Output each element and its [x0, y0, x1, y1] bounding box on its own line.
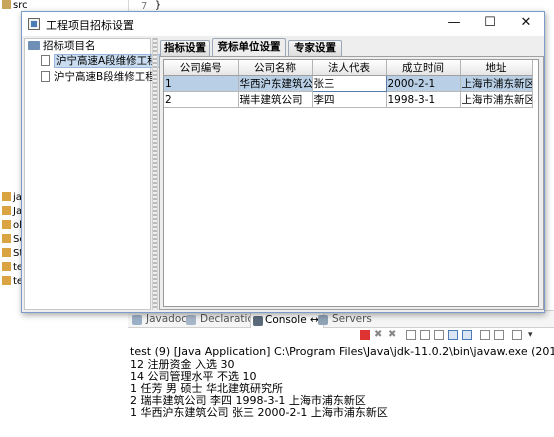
declaration-icon	[186, 315, 196, 325]
title-bar[interactable]: 工程项目招标设置 — ☐ ✕	[22, 12, 544, 36]
tree-item-project-a[interactable]: 沪宁高速A段维修工程	[41, 54, 160, 69]
explorer-item[interactable]: Ja	[2, 206, 22, 220]
bidder-table[interactable]: 公司编号 公司名称 法人代表 成立时间 地址 1 华西沪东建筑公司 张三 200	[164, 60, 533, 108]
bidder-table-scrollpane[interactable]: 公司编号 公司名称 法人代表 成立时间 地址 1 华西沪东建筑公司 张三 200	[163, 59, 539, 307]
column-header-legal-rep[interactable]: 法人代表	[312, 60, 387, 76]
display-console-icon[interactable]	[494, 330, 504, 340]
cell-company-id[interactable]: 1	[164, 75, 239, 92]
close-button[interactable]: ✕	[508, 12, 544, 36]
table-header: 公司编号 公司名称 法人代表 成立时间 地址	[164, 60, 533, 76]
servers-icon	[318, 315, 328, 325]
explorer-item[interactable]: te	[2, 276, 23, 290]
terminate-icon[interactable]	[360, 330, 370, 340]
java-file-icon	[2, 248, 11, 257]
remove-launch-icon[interactable]: ✖	[374, 330, 384, 340]
project-tree[interactable]: 招标项目名 沪宁高速A段维修工程 沪宁高速B段维修工程	[24, 38, 160, 310]
settings-tabs: 指标设置 竞标单位设置 专家设置	[160, 38, 544, 57]
clear-console-icon[interactable]	[406, 330, 416, 340]
console-line: 1 华西沪东建筑公司 张三 2000-2-1 上海市浦东新区	[130, 406, 388, 419]
tab-javadoc[interactable]: Javadoc	[132, 312, 187, 328]
tree-root[interactable]: 招标项目名	[28, 39, 96, 54]
view-menu-icon[interactable]: ▾	[528, 330, 538, 340]
pin-console-icon[interactable]	[480, 330, 490, 340]
java-file-icon	[2, 220, 11, 229]
cell-address[interactable]: 上海市浦东新区	[460, 75, 533, 92]
java-file-icon	[2, 262, 11, 271]
folder-icon	[28, 41, 40, 50]
tree-item-project-b[interactable]: 沪宁高速B段维修工程	[41, 70, 156, 85]
maximize-button[interactable]: ☐	[472, 12, 508, 36]
column-header-company-id[interactable]: 公司编号	[164, 60, 239, 76]
explorer-item[interactable]: ol	[2, 220, 22, 234]
cell-founded[interactable]: 2000-2-1	[386, 75, 461, 92]
cell-address[interactable]: 上海市浦东新区	[460, 91, 533, 108]
window-title: 工程项目招标设置	[46, 19, 134, 32]
cell-company-id[interactable]: 2	[164, 91, 239, 108]
table-row[interactable]: 1 华西沪东建筑公司 张三 2000-2-1 上海市浦东新区	[164, 75, 533, 92]
app-icon	[28, 18, 40, 30]
java-file-icon	[2, 192, 11, 201]
remove-all-icon[interactable]: ✖	[388, 330, 398, 340]
split-pane-divider[interactable]	[152, 38, 158, 310]
tab-bidder-settings[interactable]: 竞标单位设置	[212, 38, 286, 57]
window-content: 招标项目名 沪宁高速A段维修工程 沪宁高速B段维修工程 指标设置 竞标单位设置 …	[22, 36, 544, 312]
console-output[interactable]: test (9) [Java Application] C:\Program F…	[128, 342, 554, 437]
java-file-icon	[2, 206, 11, 215]
document-icon	[41, 55, 50, 66]
tab-console[interactable]: Console ↔	[250, 312, 324, 328]
console-icon	[253, 316, 263, 326]
cell-legal-rep[interactable]: 张三	[311, 75, 387, 92]
minimize-button[interactable]: —	[436, 12, 472, 36]
cell-company-name[interactable]: 瑞丰建筑公司	[238, 91, 313, 108]
folder-icon	[2, 0, 11, 9]
cell-founded[interactable]: 1998-3-1	[386, 91, 461, 108]
java-file-icon	[2, 276, 11, 285]
bid-settings-window: 工程项目招标设置 — ☐ ✕ 招标项目名 沪宁高速A段维修工程 沪宁高速B段维修…	[21, 11, 545, 313]
java-file-icon	[2, 234, 11, 243]
cell-company-name[interactable]: 华西沪东建筑公司	[238, 75, 313, 92]
column-header-company-name[interactable]: 公司名称	[238, 60, 313, 76]
tab-expert-settings[interactable]: 专家设置	[288, 40, 342, 56]
open-console-icon[interactable]	[512, 330, 522, 340]
show-on-error-icon[interactable]	[462, 330, 472, 340]
column-header-founded[interactable]: 成立时间	[386, 60, 461, 76]
show-on-output-icon[interactable]	[448, 330, 458, 340]
cell-legal-rep[interactable]: 李四	[312, 91, 387, 108]
document-icon	[41, 71, 50, 82]
explorer-item[interactable]: te	[2, 262, 23, 276]
javadoc-icon	[132, 315, 142, 325]
explorer-item[interactable]: ja	[2, 192, 22, 206]
scroll-lock-icon[interactable]	[420, 330, 430, 340]
word-wrap-icon[interactable]	[434, 330, 444, 340]
console-toolbar: ✖ ✖ ▾	[130, 328, 554, 342]
tab-panel: 公司编号 公司名称 法人代表 成立时间 地址 1 华西沪东建筑公司 张三 200	[159, 56, 544, 310]
column-header-address[interactable]: 地址	[460, 60, 533, 76]
code-text: }	[155, 0, 162, 11]
table-row[interactable]: 2 瑞丰建筑公司 李四 1998-3-1 上海市浦东新区	[164, 91, 533, 108]
tab-servers[interactable]: Servers	[318, 312, 372, 328]
tab-indicator-settings[interactable]: 指标设置	[160, 40, 210, 56]
